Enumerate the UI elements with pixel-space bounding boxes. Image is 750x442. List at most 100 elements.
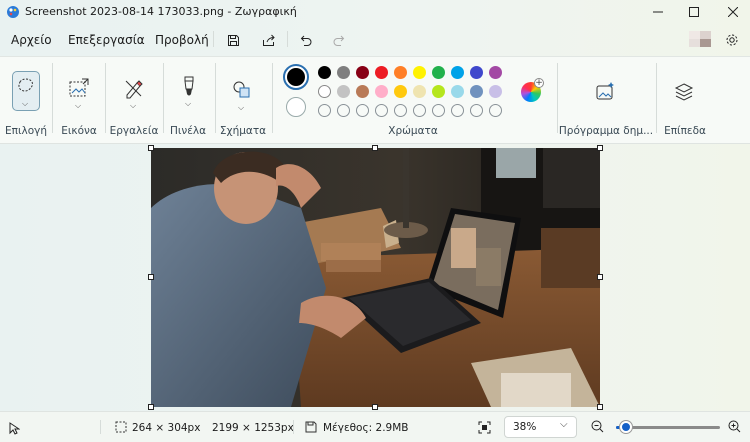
color-swatch[interactable] <box>318 66 331 79</box>
close-icon <box>728 7 738 17</box>
brushes-button[interactable] <box>176 73 202 99</box>
empty-color-slot[interactable] <box>337 104 350 117</box>
empty-color-slot[interactable] <box>489 104 502 117</box>
color-swatch[interactable] <box>432 66 445 79</box>
color-swatch[interactable] <box>432 85 445 98</box>
color-swatch[interactable] <box>337 85 350 98</box>
chevron-down-icon: ⌵ <box>560 419 568 430</box>
zoom-out-icon[interactable] <box>591 420 604 433</box>
resize-handle-top-right[interactable] <box>597 145 603 151</box>
close-button[interactable] <box>710 0 750 24</box>
color-swatch[interactable] <box>356 66 369 79</box>
share-icon <box>263 34 275 46</box>
resize-handle-bottom-left[interactable] <box>148 404 154 410</box>
zoom-in-icon[interactable] <box>728 420 741 433</box>
color-swatch[interactable] <box>489 85 502 98</box>
color-swatch[interactable] <box>413 85 426 98</box>
empty-color-slot[interactable] <box>413 104 426 117</box>
zoom-value: 38% <box>513 421 537 433</box>
color-swatch[interactable] <box>394 85 407 98</box>
shapes-button[interactable] <box>229 77 255 103</box>
undo-button[interactable] <box>295 30 317 50</box>
plus-icon: + <box>534 78 544 88</box>
tools-button[interactable] <box>121 75 147 101</box>
color-swatch[interactable] <box>318 85 331 98</box>
color-swatch[interactable] <box>413 66 426 79</box>
primary-color-button[interactable] <box>283 64 309 90</box>
brush-icon <box>184 76 194 96</box>
settings-button[interactable] <box>721 30 743 50</box>
fit-to-window-icon[interactable] <box>478 421 491 434</box>
color-swatch[interactable] <box>337 66 350 79</box>
save-icon <box>227 34 239 46</box>
cocreator-label: Πρόγραμμα δημ... <box>558 125 654 137</box>
layers-button[interactable] <box>671 79 697 105</box>
empty-color-slot[interactable] <box>356 104 369 117</box>
maximize-icon <box>689 7 699 17</box>
tools-label: Εργαλεία <box>109 125 159 137</box>
resize-handle-left[interactable] <box>148 274 154 280</box>
resize-handle-right[interactable] <box>597 274 603 280</box>
empty-color-slot[interactable] <box>432 104 445 117</box>
color-swatch[interactable] <box>451 66 464 79</box>
color-swatch[interactable] <box>375 85 388 98</box>
shapes-label: Σχήματα <box>219 125 267 137</box>
redo-icon <box>333 35 344 46</box>
ribbon-divider <box>52 63 53 133</box>
menu-divider <box>213 31 214 47</box>
quick-divider <box>287 31 288 47</box>
edit-colors-button[interactable]: + <box>521 78 544 102</box>
redo-button[interactable] <box>327 30 349 50</box>
resize-handle-bottom-right[interactable] <box>597 404 603 410</box>
empty-color-slot[interactable] <box>375 104 388 117</box>
photo-illustration <box>151 148 600 407</box>
share-button[interactable] <box>258 30 280 50</box>
color-swatch[interactable] <box>489 66 502 79</box>
status-divider <box>100 420 101 434</box>
resize-handle-top-left[interactable] <box>148 145 154 151</box>
zoom-slider-thumb[interactable] <box>619 421 632 433</box>
image-size: 2199 × 1253px <box>212 422 294 434</box>
chevron-down-icon: ⌵ <box>185 99 192 108</box>
canvas-image[interactable] <box>151 148 600 407</box>
empty-color-slot[interactable] <box>451 104 464 117</box>
color-swatch[interactable] <box>394 66 407 79</box>
chevron-down-icon: ⌵ <box>75 101 82 110</box>
zoom-dropdown[interactable]: 38% ⌵ <box>504 416 577 438</box>
color-swatch[interactable] <box>356 85 369 98</box>
gear-icon <box>726 34 738 46</box>
window-title: Screenshot 2023-08-14 173033.png - Ζωγρα… <box>25 5 297 18</box>
color-swatch[interactable] <box>470 66 483 79</box>
image-tool-button[interactable] <box>66 75 92 101</box>
save-button[interactable] <box>222 30 244 50</box>
resize-handle-top[interactable] <box>372 145 378 151</box>
selection-size-icon <box>115 421 127 433</box>
layers-label: Επίπεδα <box>664 125 706 137</box>
empty-color-slot[interactable] <box>470 104 483 117</box>
account-avatar[interactable] <box>689 31 711 47</box>
title-bar: Screenshot 2023-08-14 173033.png - Ζωγρα… <box>0 0 750 24</box>
colors-label: Χρώματα <box>388 125 438 137</box>
resize-handle-bottom[interactable] <box>372 404 378 410</box>
color-swatch[interactable] <box>451 85 464 98</box>
pencil-eraser-icon <box>125 80 143 99</box>
ribbon-divider <box>105 63 106 133</box>
color-swatch[interactable] <box>470 85 483 98</box>
ribbon-divider <box>557 63 558 133</box>
ribbon-divider <box>656 63 657 133</box>
menu-edit[interactable]: Επεξεργασία <box>68 33 145 47</box>
zoom-slider[interactable] <box>616 421 720 433</box>
empty-color-slot[interactable] <box>318 104 331 117</box>
ribbon-divider <box>163 63 164 133</box>
empty-color-slot[interactable] <box>394 104 407 117</box>
minimize-icon <box>653 11 663 13</box>
color-swatch[interactable] <box>375 66 388 79</box>
selection-tool-button[interactable]: ⌵ <box>12 71 40 111</box>
cocreator-button[interactable] <box>592 79 618 105</box>
menu-bar: Αρχείο Επεξεργασία Προβολή <box>0 26 750 54</box>
brushes-label: Πινέλα <box>169 125 207 137</box>
menu-view[interactable]: Προβολή <box>155 33 209 47</box>
secondary-color-button[interactable] <box>286 97 306 117</box>
menu-file[interactable]: Αρχείο <box>11 33 52 47</box>
ribbon-divider <box>272 63 273 133</box>
